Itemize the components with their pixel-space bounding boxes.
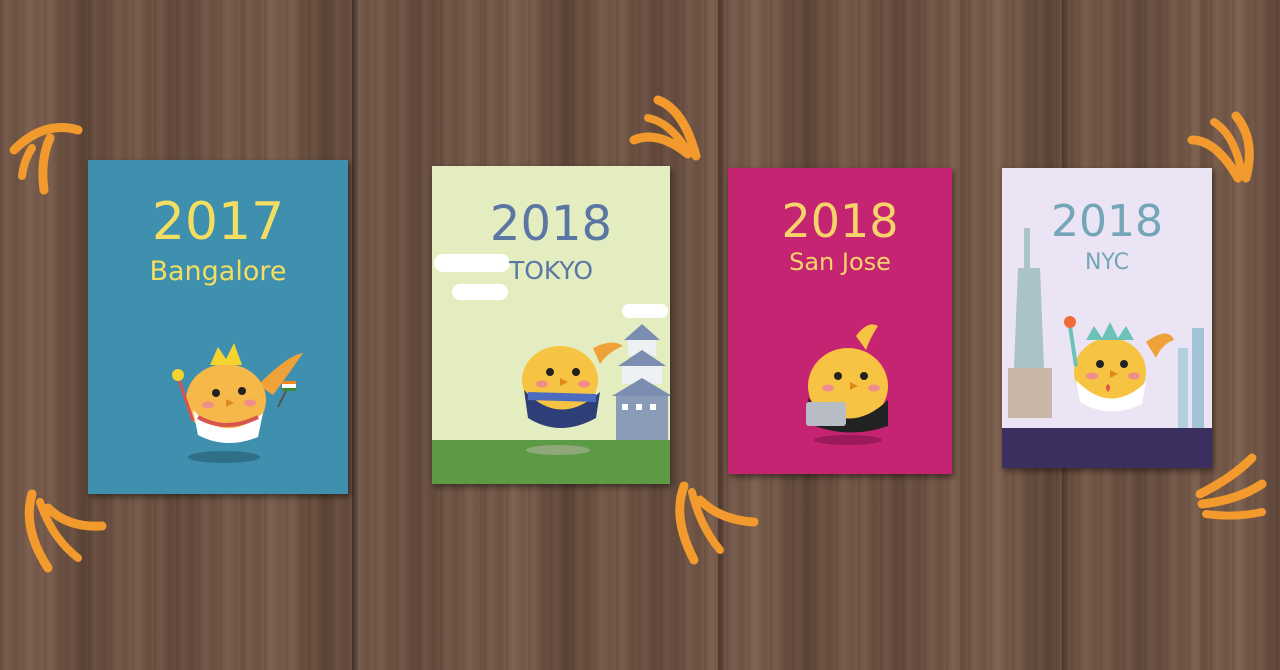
poster-san-jose: 2018 San Jose <box>728 168 952 474</box>
poster-year: 2018 <box>781 194 899 248</box>
poster-year: 2018 <box>489 196 613 252</box>
poster-city: San Jose <box>789 248 891 276</box>
claw-mark-icon <box>675 481 759 565</box>
claw-mark-icon <box>9 123 83 195</box>
poster-city: TOKYO <box>508 256 594 285</box>
bird-mascot-icon <box>172 343 303 463</box>
poster-bangalore: 2017 Bangalore <box>88 160 348 494</box>
poster-tokyo: 2018 TOKYO <box>432 166 670 484</box>
bird-mascot-icon <box>522 342 623 455</box>
bird-mascot-icon <box>1064 316 1174 412</box>
poster-year: 2017 <box>151 192 285 252</box>
claw-mark-icon <box>629 95 701 161</box>
statue-of-liberty-illustration <box>1008 228 1052 418</box>
claw-mark-icon <box>1195 453 1267 520</box>
claw-mark-icon <box>1187 111 1254 183</box>
cloud-shape <box>452 284 508 300</box>
purple-band <box>1002 428 1212 468</box>
skyline-illustration <box>1178 328 1204 438</box>
poster-year: 2018 <box>1051 196 1163 247</box>
poster-nyc: 2018 NYC <box>1002 168 1212 468</box>
cloud-shape <box>622 304 668 318</box>
claw-mark-icon <box>24 489 107 573</box>
wall-seam <box>352 0 358 670</box>
poster-city: NYC <box>1084 250 1130 275</box>
bird-mascot-icon <box>806 324 888 445</box>
wall-seam <box>718 0 724 670</box>
poster-city: Bangalore <box>149 256 287 287</box>
